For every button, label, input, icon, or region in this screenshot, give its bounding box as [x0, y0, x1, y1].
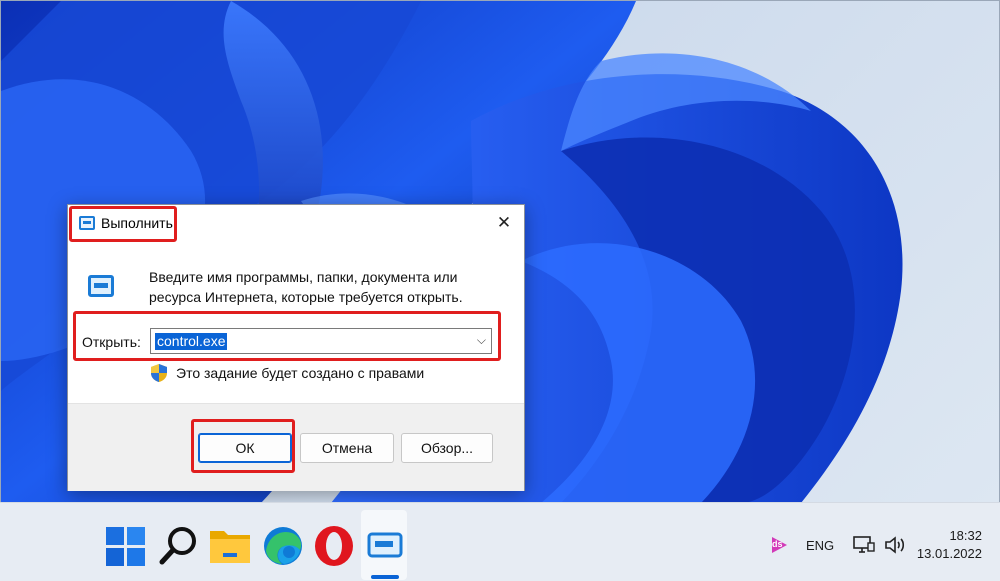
run-app-icon — [79, 216, 95, 230]
title-bar[interactable]: Выполнить ✕ — [68, 205, 524, 241]
file-explorer-icon[interactable] — [209, 525, 250, 567]
dialog-description: Введите имя программы, папки, документа … — [149, 269, 463, 305]
open-input[interactable]: control.exe — [155, 333, 228, 350]
open-combobox[interactable]: control.exe ⌵ — [150, 328, 492, 354]
taskbar-active-indicator — [371, 575, 399, 579]
ok-button[interactable]: ОК — [198, 433, 292, 463]
network-icon[interactable] — [853, 535, 875, 558]
run-app-icon[interactable] — [366, 525, 406, 567]
run-program-icon — [88, 275, 114, 297]
chevron-down-icon[interactable]: ⌵ — [477, 333, 486, 348]
close-button[interactable]: ✕ — [488, 207, 520, 239]
taskbar: ds ENG 18:32 13.01.2022 — [0, 502, 1000, 581]
run-dialog: Выполнить ✕ Введите имя программы, папки… — [67, 204, 525, 491]
browse-button[interactable]: Обзор... — [401, 433, 493, 463]
edge-icon[interactable] — [262, 525, 302, 567]
volume-icon[interactable] — [884, 535, 906, 558]
cancel-button[interactable]: Отмена — [300, 433, 394, 463]
opera-icon[interactable] — [313, 525, 353, 567]
search-icon[interactable] — [159, 525, 199, 567]
uac-shield-icon — [151, 364, 167, 382]
clock[interactable]: 18:32 13.01.2022 — [917, 527, 982, 563]
ds-tray-icon[interactable]: ds — [769, 535, 789, 555]
open-label: Открыть: — [82, 334, 141, 350]
language-indicator[interactable]: ENG — [806, 538, 834, 553]
admin-note: Это задание будет создано с правами — [176, 365, 425, 381]
ds-tray-label: ds — [772, 539, 783, 549]
windows-start-icon[interactable] — [106, 525, 146, 567]
clock-time: 18:32 — [949, 528, 982, 543]
clock-date: 13.01.2022 — [916, 546, 982, 561]
dialog-title: Выполнить — [101, 215, 173, 231]
